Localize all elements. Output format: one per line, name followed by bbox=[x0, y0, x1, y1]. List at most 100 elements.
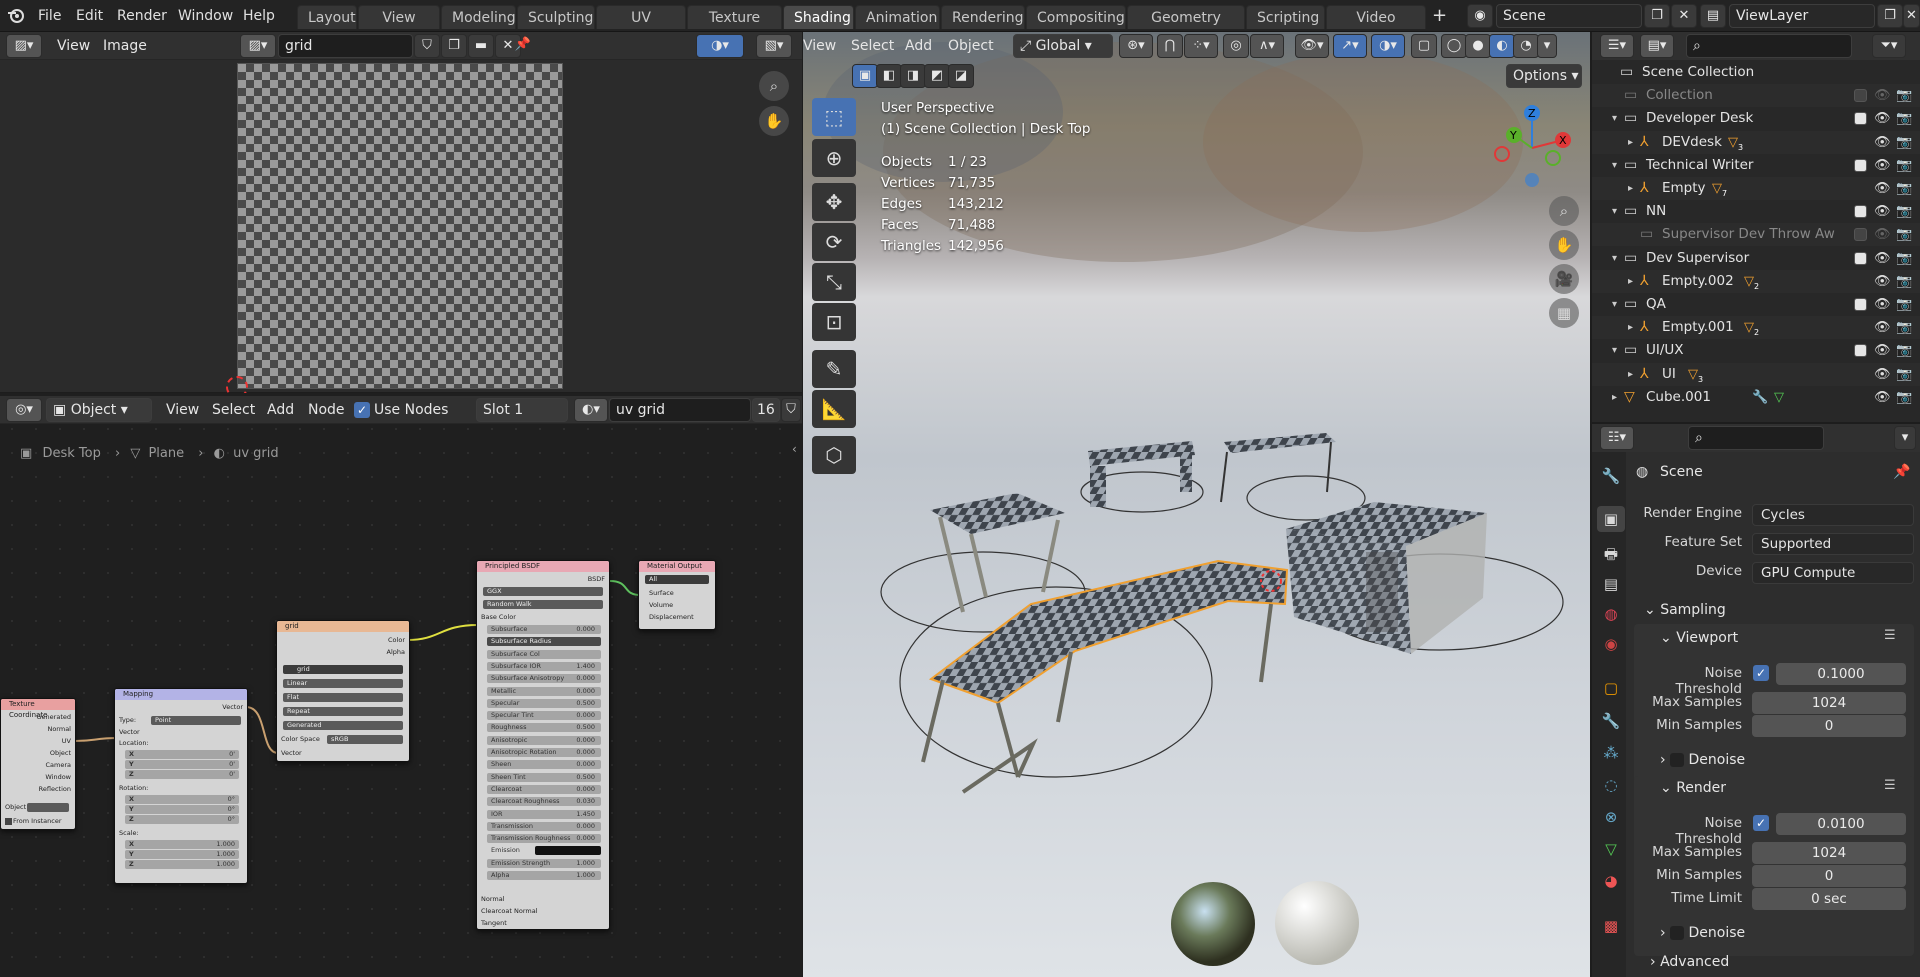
cursor-tool[interactable]: ⊕ bbox=[812, 139, 856, 177]
render-camera-icon[interactable]: 📷 bbox=[1896, 386, 1912, 409]
scene-tab-icon[interactable]: ◍ bbox=[1597, 601, 1625, 627]
delete-view-layer-icon[interactable]: ✕ bbox=[1903, 4, 1920, 28]
scene-name-field[interactable]: Scene bbox=[1496, 4, 1642, 28]
texture-tab-icon[interactable]: ▩ bbox=[1597, 913, 1625, 939]
options-dropdown[interactable]: Options ▾ bbox=[1506, 64, 1582, 88]
exclude-checkbox[interactable] bbox=[1854, 89, 1867, 103]
extension-dropdown[interactable]: Repeat bbox=[283, 707, 403, 716]
exclude-checkbox[interactable] bbox=[1854, 205, 1867, 219]
rendered-shading-icon[interactable]: ◔ bbox=[1513, 34, 1539, 58]
image-browse-icon[interactable]: ▨▾ bbox=[240, 34, 276, 58]
expand-toggle-icon[interactable]: ▸ bbox=[1628, 177, 1633, 200]
visibility-eye-icon[interactable]: 👁 bbox=[1874, 154, 1891, 177]
select-subtract-mode-icon[interactable]: ◨ bbox=[900, 64, 926, 88]
proportional-edit-icon[interactable]: ◎ bbox=[1223, 34, 1249, 58]
outliner-row[interactable]: ▸ ⅄ UI ▽ 3 👁 📷 bbox=[1592, 362, 1920, 386]
image-name-field[interactable]: grid bbox=[278, 34, 413, 58]
source-dropdown[interactable]: Generated bbox=[283, 721, 403, 730]
children-mesh-icon[interactable]: ▽ bbox=[1728, 131, 1738, 154]
display-channels-icon[interactable]: ◑▾ bbox=[696, 34, 744, 58]
render-camera-icon[interactable]: 📷 bbox=[1896, 293, 1912, 316]
exclude-checkbox[interactable] bbox=[1854, 251, 1867, 265]
select-extend-mode-icon[interactable]: ◧ bbox=[876, 64, 902, 88]
r-noise-threshold-field[interactable]: 0.0100 bbox=[1776, 813, 1906, 835]
scale-tool[interactable]: ⤡ bbox=[812, 263, 856, 301]
visibility-eye-icon[interactable]: 👁 bbox=[1874, 363, 1891, 386]
viewport-menu-view[interactable]: View bbox=[803, 32, 836, 60]
emission-color-swatch[interactable] bbox=[535, 846, 601, 856]
visibility-eye-icon[interactable]: 👁 bbox=[1874, 247, 1891, 270]
outliner-editor-type-icon[interactable]: ☰▾ bbox=[1600, 34, 1634, 58]
modifier-icon[interactable]: 🔧 bbox=[1752, 386, 1768, 409]
tab-layout[interactable]: Layout bbox=[297, 5, 357, 29]
tab-video-editing[interactable]: Video Editing bbox=[1326, 5, 1426, 50]
location-z-field[interactable]: Z 0' bbox=[125, 770, 239, 779]
feature-set-dropdown[interactable]: Supported bbox=[1752, 533, 1914, 555]
move-tool[interactable]: ✥ bbox=[812, 183, 856, 221]
vp-noise-checkbox[interactable]: ✓ bbox=[1753, 665, 1769, 681]
solid-shading-icon[interactable]: ● bbox=[1465, 34, 1491, 58]
constraints-tab-icon[interactable]: ⊗ bbox=[1597, 804, 1625, 830]
exclude-checkbox[interactable] bbox=[1854, 228, 1867, 242]
rotation-x-field[interactable]: X 0° bbox=[125, 795, 239, 804]
bsdf-input-field[interactable]: Subsurface Radius bbox=[487, 637, 601, 647]
rotate-tool[interactable]: ⟳ bbox=[812, 223, 856, 261]
display-mode-icon[interactable]: ▤▾ bbox=[1640, 34, 1674, 58]
outliner-row[interactable]: ▭ Supervisor Dev Throw Aw 👁 📷 bbox=[1592, 223, 1920, 247]
world-tab-icon[interactable]: ◉ bbox=[1597, 631, 1625, 657]
exclude-checkbox[interactable] bbox=[1854, 298, 1867, 311]
vp-max-samples-field[interactable]: 1024 bbox=[1752, 692, 1906, 714]
ortho-toggle-icon[interactable]: ▦ bbox=[1549, 298, 1579, 328]
r-min-samples-field[interactable]: 0 bbox=[1752, 865, 1906, 887]
select-intersect-mode-icon[interactable]: ◪ bbox=[948, 64, 974, 88]
children-mesh-icon[interactable]: ▽ bbox=[1744, 270, 1754, 293]
modifiers-tab-icon[interactable]: 🔧 bbox=[1597, 708, 1625, 734]
falloff-icon[interactable]: ∧▾ bbox=[1250, 34, 1284, 58]
tab-view-port[interactable]: View Port bbox=[358, 5, 440, 50]
time-limit-field[interactable]: 0 sec bbox=[1752, 888, 1906, 910]
bsdf-input-field[interactable]: Subsurface Col bbox=[487, 649, 601, 659]
expand-toggle-icon[interactable]: ▾ bbox=[1612, 247, 1617, 270]
visibility-eye-icon[interactable]: 👁 bbox=[1874, 270, 1891, 293]
editor-type-icon[interactable]: ▨▾ bbox=[6, 34, 42, 58]
r-denoise-subpanel[interactable]: › Denoise bbox=[1660, 921, 1745, 945]
scale-y-field[interactable]: Y 1.000 bbox=[125, 850, 239, 859]
visibility-eye-icon[interactable]: 👁 bbox=[1874, 131, 1891, 154]
outliner-row[interactable]: ▾ ▭ QA 👁 📷 bbox=[1592, 293, 1920, 316]
outliner-row[interactable]: ▾ ▭ Dev Supervisor 👁 📷 bbox=[1592, 247, 1920, 270]
tab-scripting[interactable]: Scripting bbox=[1246, 5, 1325, 29]
blender-logo-icon[interactable] bbox=[6, 6, 26, 26]
render-camera-icon[interactable]: 📷 bbox=[1896, 131, 1912, 154]
visibility-eye-icon[interactable]: 👁 bbox=[1874, 339, 1891, 362]
outliner-row[interactable]: ▾ ▭ Developer Desk 👁 📷 bbox=[1592, 107, 1920, 130]
material-output-node[interactable]: Material Output All Surface Volume Displ… bbox=[638, 560, 716, 630]
visibility-eye-icon[interactable]: 👁 bbox=[1874, 316, 1891, 339]
vp-denoise-checkbox[interactable] bbox=[1670, 753, 1685, 767]
object-picker-field[interactable] bbox=[27, 803, 69, 812]
principled-bsdf-node[interactable]: Principled BSDF BSDF GGX Random Walk Bas… bbox=[476, 560, 610, 930]
location-x-field[interactable]: X 0' bbox=[125, 750, 239, 759]
snap-magnet-icon[interactable]: ⋂ bbox=[1157, 34, 1183, 58]
sampling-panel-header[interactable]: ⌄ Sampling bbox=[1644, 598, 1726, 622]
gizmo-toggle-icon[interactable]: ↗▾ bbox=[1333, 34, 1367, 58]
visibility-icon[interactable]: 👁▾ bbox=[1295, 34, 1329, 58]
navigation-gizmo[interactable]: Z X Y bbox=[1490, 100, 1574, 192]
render-camera-icon[interactable]: 📷 bbox=[1896, 316, 1912, 339]
distribution-dropdown[interactable]: GGX bbox=[483, 587, 603, 596]
expand-toggle-icon[interactable]: ▾ bbox=[1612, 154, 1617, 177]
menu-edit[interactable]: Edit bbox=[72, 0, 107, 32]
tool-tab-icon[interactable]: 🔧 bbox=[1597, 463, 1625, 489]
viewport-subpanel-header[interactable]: ⌄ Viewport bbox=[1660, 626, 1738, 650]
overlay-toggle-icon[interactable]: ◑▾ bbox=[1371, 34, 1405, 58]
expand-toggle-icon[interactable]: ▸ bbox=[1628, 270, 1633, 293]
output-target-dropdown[interactable]: All bbox=[645, 575, 709, 584]
outliner-row[interactable]: ▸ ▽ Cube.001 🔧 ▽ 👁 📷 bbox=[1592, 386, 1920, 409]
render-camera-icon[interactable]: 📷 bbox=[1896, 177, 1912, 200]
pivot-point-icon[interactable]: ⊛▾ bbox=[1119, 34, 1153, 58]
tab-rendering[interactable]: Rendering bbox=[941, 5, 1025, 29]
device-dropdown[interactable]: GPU Compute bbox=[1752, 562, 1914, 584]
vp-min-samples-field[interactable]: 0 bbox=[1752, 715, 1906, 737]
mapping-type-dropdown[interactable]: Point bbox=[151, 716, 241, 725]
viewport-menu-select[interactable]: Select bbox=[851, 32, 894, 60]
exclude-checkbox[interactable] bbox=[1854, 112, 1867, 126]
